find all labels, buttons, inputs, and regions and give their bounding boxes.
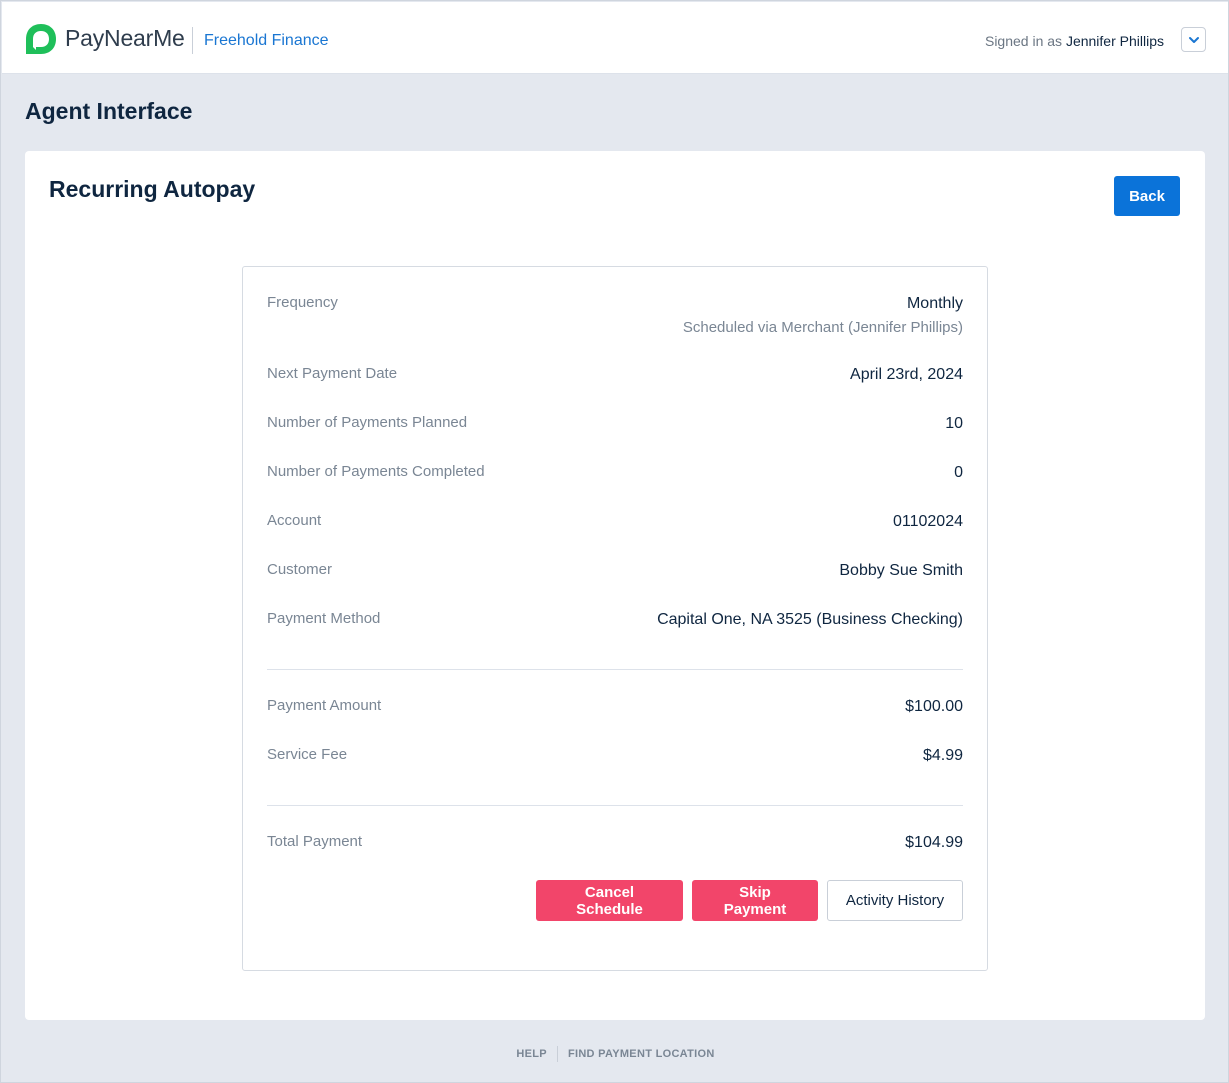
detail-label: Number of Payments Completed xyxy=(267,463,485,480)
detail-value: Capital One, NA 3525 (Business Checking) xyxy=(657,611,963,628)
detail-label: Account xyxy=(267,512,322,529)
autopay-details-panel: Frequency Monthly Scheduled via Merchant… xyxy=(242,266,988,971)
brand-divider xyxy=(192,27,193,54)
top-bar: PayNearMe Freehold Finance Signed in as … xyxy=(2,2,1228,74)
detail-label: Payment Method xyxy=(267,610,381,627)
detail-value: 01102024 xyxy=(893,513,963,530)
chevron-down-icon xyxy=(1188,36,1199,43)
detail-subtext: Scheduled via Merchant (Jennifer Phillip… xyxy=(682,319,963,336)
amount-value: $4.99 xyxy=(922,747,963,764)
signed-in-status: Signed in as Jennifer Phillips xyxy=(985,33,1164,49)
brand-name: PayNearMe xyxy=(65,25,185,51)
section-divider xyxy=(267,805,963,806)
detail-row-next-payment-date: Next Payment Date April 23rd, 2024 xyxy=(267,365,963,387)
detail-value: Bobby Sue Smith xyxy=(839,562,963,579)
detail-label: Next Payment Date xyxy=(267,365,398,382)
page-title: Agent Interface xyxy=(25,98,193,124)
activity-history-button[interactable]: Activity History xyxy=(827,880,963,921)
detail-row-account: Account 01102024 xyxy=(267,512,963,534)
amount-row-service-fee: Service Fee $4.99 xyxy=(267,746,963,768)
total-value: $104.99 xyxy=(905,834,963,851)
detail-value: 0 xyxy=(954,464,963,481)
detail-row-payments-completed: Number of Payments Completed 0 xyxy=(267,463,963,485)
detail-value: April 23rd, 2024 xyxy=(850,366,963,383)
amount-label: Service Fee xyxy=(267,746,348,763)
detail-row-payment-method: Payment Method Capital One, NA 3525 (Bus… xyxy=(267,610,963,632)
detail-row-frequency: Frequency Monthly Scheduled via Merchant… xyxy=(267,294,963,338)
detail-label: Frequency xyxy=(267,294,338,311)
detail-row-customer: Customer Bobby Sue Smith xyxy=(267,561,963,583)
paynearme-logo-icon xyxy=(26,24,56,54)
back-button[interactable]: Back xyxy=(1114,176,1180,216)
card-title: Recurring Autopay xyxy=(49,176,256,202)
detail-row-payments-planned: Number of Payments Planned 10 xyxy=(267,414,963,436)
cancel-schedule-button[interactable]: Cancel Schedule xyxy=(536,880,683,921)
amount-label: Payment Amount xyxy=(267,697,382,714)
amount-row-payment: Payment Amount $100.00 xyxy=(267,697,963,719)
help-link[interactable]: HELP xyxy=(506,1048,557,1060)
user-menu-button[interactable] xyxy=(1181,27,1206,52)
detail-value: Monthly xyxy=(906,295,963,312)
merchant-link[interactable]: Freehold Finance xyxy=(204,32,329,50)
amount-value: $100.00 xyxy=(905,698,963,715)
footer: HELP FIND PAYMENT LOCATION xyxy=(1,1046,1229,1062)
action-buttons: Cancel Schedule Skip Payment Activity Hi… xyxy=(536,880,963,921)
total-row: Total Payment $104.99 xyxy=(267,833,963,855)
total-label: Total Payment xyxy=(267,833,363,850)
autopay-card: Recurring Autopay Back Frequency Monthly… xyxy=(25,151,1205,1020)
user-name: Jennifer Phillips xyxy=(1065,33,1164,49)
detail-label: Customer xyxy=(267,561,333,578)
app-frame: PayNearMe Freehold Finance Signed in as … xyxy=(0,0,1229,1083)
find-payment-location-link[interactable]: FIND PAYMENT LOCATION xyxy=(558,1048,725,1060)
detail-label: Number of Payments Planned xyxy=(267,414,468,431)
signed-in-prefix: Signed in as xyxy=(984,33,1063,49)
section-divider xyxy=(267,669,963,670)
skip-payment-button[interactable]: Skip Payment xyxy=(692,880,818,921)
detail-value: 10 xyxy=(945,415,963,432)
